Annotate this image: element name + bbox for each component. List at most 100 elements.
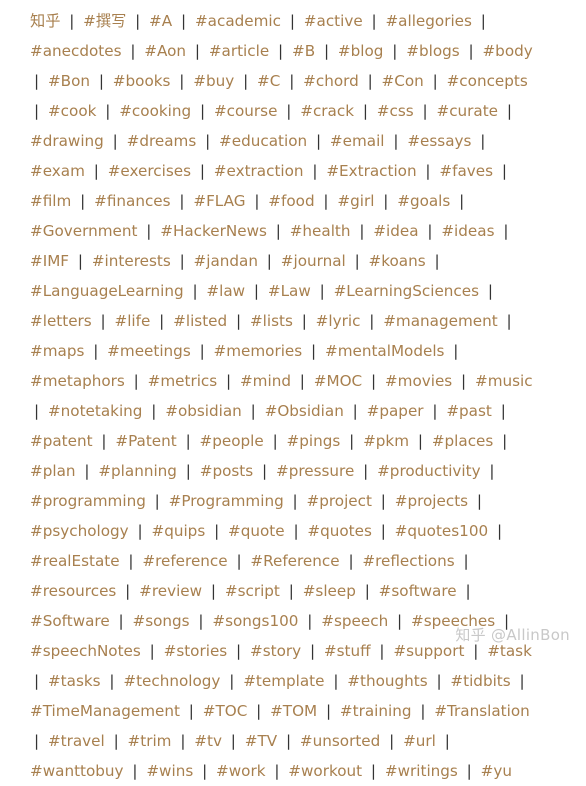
- tag-link[interactable]: #blog: [338, 42, 384, 60]
- tag-link[interactable]: #stories: [164, 642, 228, 660]
- tag-link[interactable]: #url: [403, 732, 436, 750]
- tag-link[interactable]: #maps: [30, 342, 84, 360]
- tag-link[interactable]: #wins: [146, 762, 193, 780]
- tag-link[interactable]: #speechNotes: [30, 642, 141, 660]
- tag-link[interactable]: #TV: [245, 732, 277, 750]
- tag-link[interactable]: #Patent: [115, 432, 176, 450]
- tag-link[interactable]: #life: [114, 312, 150, 330]
- tag-link[interactable]: #songs: [132, 612, 189, 630]
- tag-link[interactable]: #letters: [30, 312, 92, 330]
- tag-link[interactable]: #music: [475, 372, 533, 390]
- tag-link[interactable]: #Obsidian: [265, 402, 344, 420]
- tag-link[interactable]: #script: [225, 582, 280, 600]
- tag-link[interactable]: #lyric: [316, 312, 361, 330]
- tag-link[interactable]: #posts: [200, 462, 253, 480]
- tag-link[interactable]: #education: [219, 132, 307, 150]
- tag-link[interactable]: #cook: [48, 102, 96, 120]
- tag-link[interactable]: #koans: [369, 252, 426, 270]
- tag-link[interactable]: #resources: [30, 582, 116, 600]
- tag-link[interactable]: #B: [292, 42, 315, 60]
- tag-link[interactable]: #LearningSciences: [334, 282, 479, 300]
- tag-link[interactable]: #exercises: [108, 162, 191, 180]
- tag-link[interactable]: #technology: [123, 672, 220, 690]
- tag-link[interactable]: #paper: [367, 402, 424, 420]
- tag-link[interactable]: #productivity: [377, 462, 481, 480]
- tag-link[interactable]: #IMF: [30, 252, 69, 270]
- tag-link[interactable]: #projects: [395, 492, 468, 510]
- tag-link[interactable]: #chord: [303, 72, 359, 90]
- tag-link[interactable]: #thoughts: [347, 672, 427, 690]
- tag-link[interactable]: #quotes100: [395, 522, 488, 540]
- tag-link[interactable]: #article: [209, 42, 269, 60]
- tag-link[interactable]: #cooking: [119, 102, 191, 120]
- tag-link[interactable]: #past: [446, 402, 492, 420]
- tag-link[interactable]: #yu: [481, 762, 512, 780]
- tag-link[interactable]: #course: [214, 102, 278, 120]
- tag-link[interactable]: #writings: [385, 762, 458, 780]
- tag-link[interactable]: #TOM: [270, 702, 317, 720]
- tag-link[interactable]: #TimeManagement: [30, 702, 180, 720]
- tag-link[interactable]: #lists: [250, 312, 293, 330]
- tag-link[interactable]: #metrics: [148, 372, 218, 390]
- tag-link[interactable]: #training: [340, 702, 412, 720]
- tag-link[interactable]: #Translation: [434, 702, 529, 720]
- tag-link[interactable]: #programming: [30, 492, 146, 510]
- tag-link[interactable]: #meetings: [107, 342, 191, 360]
- tag-link[interactable]: #exam: [30, 162, 85, 180]
- tag-link[interactable]: #finances: [94, 192, 170, 210]
- tag-link[interactable]: #email: [330, 132, 385, 150]
- tag-link[interactable]: #mentalModels: [325, 342, 444, 360]
- tag-link[interactable]: #law: [206, 282, 245, 300]
- tag-link[interactable]: #anecdotes: [30, 42, 122, 60]
- tag-link[interactable]: #books: [113, 72, 171, 90]
- tag-link[interactable]: #tidbits: [450, 672, 510, 690]
- tag-link[interactable]: #Aon: [144, 42, 186, 60]
- tag-link[interactable]: #extraction: [214, 162, 304, 180]
- tag-link[interactable]: #reflections: [362, 552, 454, 570]
- tag-link[interactable]: #concepts: [447, 72, 528, 90]
- tag-link[interactable]: #pkm: [363, 432, 409, 450]
- tag-link[interactable]: #blogs: [406, 42, 459, 60]
- tag-link[interactable]: #css: [377, 102, 414, 120]
- tag-link[interactable]: #sleep: [303, 582, 356, 600]
- tag-link[interactable]: #撰写: [83, 12, 126, 30]
- tag-link[interactable]: #idea: [373, 222, 418, 240]
- tag-link[interactable]: #patent: [30, 432, 93, 450]
- tag-link[interactable]: #academic: [195, 12, 281, 30]
- tag-link[interactable]: #review: [139, 582, 202, 600]
- tag-link[interactable]: #film: [30, 192, 71, 210]
- tag-link[interactable]: #software: [379, 582, 457, 600]
- tag-link[interactable]: #plan: [30, 462, 76, 480]
- tag-link[interactable]: #jandan: [194, 252, 258, 270]
- tag-link[interactable]: #workout: [288, 762, 362, 780]
- tag-link[interactable]: #listed: [173, 312, 227, 330]
- tag-link[interactable]: 知乎: [30, 12, 60, 30]
- tag-link[interactable]: #FLAG: [193, 192, 245, 210]
- tag-link[interactable]: #mind: [240, 372, 291, 390]
- tag-link[interactable]: #faves: [439, 162, 493, 180]
- tag-link[interactable]: #essays: [407, 132, 471, 150]
- tag-link[interactable]: #work: [216, 762, 265, 780]
- tag-link[interactable]: #project: [307, 492, 372, 510]
- tag-link[interactable]: #wanttobuy: [30, 762, 124, 780]
- tag-link[interactable]: #food: [268, 192, 314, 210]
- tag-link[interactable]: #Extraction: [326, 162, 416, 180]
- tag-link[interactable]: #notetaking: [48, 402, 142, 420]
- tag-link[interactable]: #Bon: [48, 72, 90, 90]
- tag-link[interactable]: #C: [257, 72, 280, 90]
- tag-link[interactable]: #Government: [30, 222, 137, 240]
- tag-link[interactable]: #realEstate: [30, 552, 120, 570]
- tag-link[interactable]: #obsidian: [165, 402, 242, 420]
- tag-link[interactable]: #body: [482, 42, 532, 60]
- tag-link[interactable]: #TOC: [203, 702, 248, 720]
- tag-link[interactable]: #people: [200, 432, 264, 450]
- tag-link[interactable]: #girl: [337, 192, 374, 210]
- tag-link[interactable]: #places: [432, 432, 494, 450]
- tag-link[interactable]: #tasks: [48, 672, 101, 690]
- tag-link[interactable]: #active: [304, 12, 363, 30]
- tag-link[interactable]: #allegories: [385, 12, 471, 30]
- tag-link[interactable]: #Programming: [169, 492, 284, 510]
- tag-link[interactable]: #A: [149, 12, 172, 30]
- tag-link[interactable]: #management: [383, 312, 497, 330]
- tag-link[interactable]: #quotes: [307, 522, 372, 540]
